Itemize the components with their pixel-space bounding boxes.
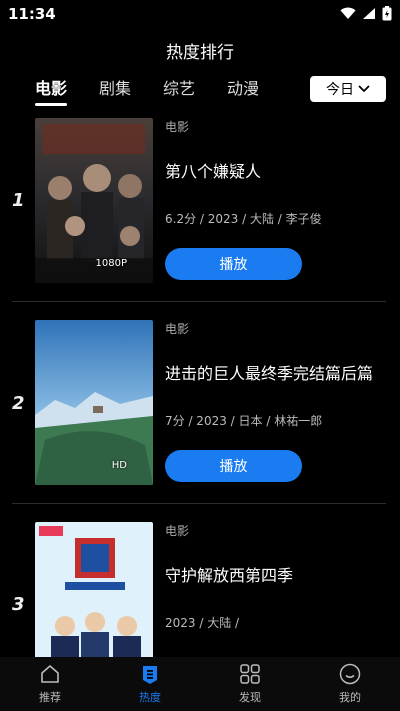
bottom-nav: 推荐 热度 发现 我的	[0, 657, 400, 711]
play-button[interactable]: 播放	[165, 450, 302, 482]
item-type: 电影	[165, 120, 190, 134]
item-title[interactable]: 进击的巨人最终季完结篇后篇	[165, 360, 373, 384]
item-title[interactable]: 第八个嫌疑人	[165, 158, 261, 182]
nav-label: 推荐	[39, 691, 61, 704]
ranking-item[interactable]: 2 HD 电影 进击的巨人最终季完结篇后篇 7分 / 2023 / 日本 / 林…	[0, 320, 400, 500]
tab-active-indicator	[35, 103, 67, 106]
item-type: 电影	[165, 524, 190, 538]
ranking-item[interactable]: 1 1080P 电影 第八个嫌疑人 6.2分 / 2023 / 大陆 / 李子俊…	[0, 118, 400, 298]
hot-list-icon	[143, 666, 157, 684]
category-tabs: 电影 剧集 综艺 动漫	[35, 75, 291, 106]
date-range-value: 今日	[326, 82, 354, 98]
tab-variety[interactable]: 综艺	[163, 75, 227, 99]
item-meta: 2023 / 大陆 /	[165, 616, 240, 630]
battery-icon	[382, 6, 392, 21]
poster-image[interactable]: HD	[35, 320, 153, 485]
status-icons	[340, 6, 392, 21]
grid-icon	[240, 664, 260, 684]
quality-label: 1080P	[95, 258, 127, 269]
page-title: 热度排行	[166, 43, 234, 63]
nav-label: 热度	[139, 691, 161, 704]
divider	[12, 301, 386, 302]
item-title[interactable]: 守护解放西第四季	[165, 562, 293, 586]
nav-label: 发现	[239, 691, 261, 704]
rank-number: 2	[12, 393, 25, 414]
nav-item-hot[interactable]: 热度	[100, 657, 200, 711]
nav-item-mine[interactable]: 我的	[300, 657, 400, 711]
profile-icon	[339, 663, 361, 685]
home-icon	[41, 665, 59, 683]
tab-label: 动漫	[227, 79, 260, 98]
tab-anime[interactable]: 动漫	[227, 75, 291, 99]
rank-number: 3	[12, 594, 25, 615]
rank-number: 1	[12, 190, 25, 211]
signal-icon	[363, 8, 375, 19]
tab-series[interactable]: 剧集	[99, 75, 163, 99]
date-range-select[interactable]: 今日	[310, 76, 386, 102]
item-meta: 7分 / 2023 / 日本 / 林祐一郎	[165, 414, 323, 428]
nav-label: 我的	[339, 691, 361, 704]
item-meta: 6.2分 / 2023 / 大陆 / 李子俊	[165, 212, 322, 226]
status-bar: 11:34	[0, 0, 400, 28]
divider	[12, 503, 386, 504]
wifi-icon	[340, 7, 356, 19]
quality-label: HD	[111, 460, 127, 471]
play-button[interactable]: 播放	[165, 248, 302, 280]
tab-movie[interactable]: 电影	[35, 75, 99, 106]
item-type: 电影	[165, 322, 190, 336]
tab-label: 综艺	[163, 79, 196, 98]
nav-item-discover[interactable]: 发现	[200, 657, 300, 711]
tab-label: 电影	[35, 79, 68, 98]
nav-item-recommend[interactable]: 推荐	[0, 657, 100, 711]
chevron-down-icon	[358, 85, 370, 93]
status-time: 11:34	[8, 5, 56, 23]
tab-label: 剧集	[99, 79, 132, 98]
poster-image[interactable]: 1080P	[35, 118, 153, 283]
